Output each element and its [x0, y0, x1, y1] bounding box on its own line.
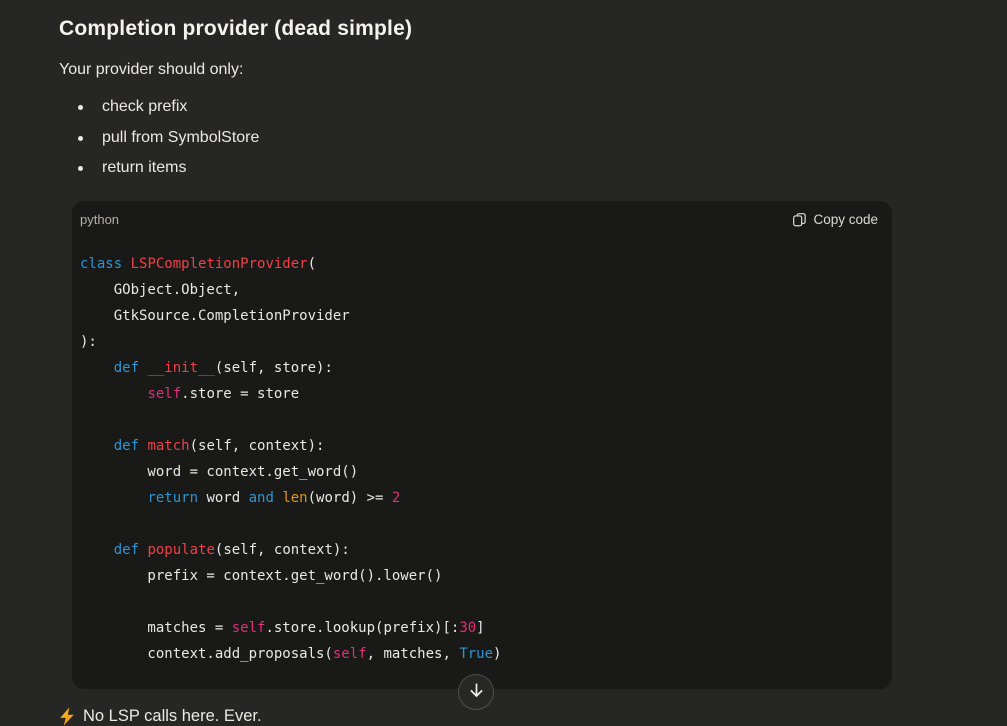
- copy-code-label: Copy code: [813, 212, 878, 227]
- code-line: def populate(self, context):: [80, 537, 878, 563]
- code-line: GtkSource.CompletionProvider: [80, 303, 878, 329]
- code-line: class LSPCompletionProvider(: [80, 251, 878, 277]
- code-line: word = context.get_word(): [80, 459, 878, 485]
- bullet-list: check prefixpull from SymbolStorereturn …: [59, 92, 1007, 184]
- intro-text: Your provider should only:: [59, 59, 1007, 80]
- scroll-to-bottom-button[interactable]: [458, 674, 494, 710]
- code-line: ):: [80, 329, 878, 355]
- code-line: GObject.Object,: [80, 277, 878, 303]
- code-line: [80, 511, 878, 537]
- code-line: [80, 407, 878, 433]
- code-line: matches = self.store.lookup(prefix)[:30]: [80, 615, 878, 641]
- arrow-down-icon: [468, 682, 485, 702]
- list-item: check prefix: [59, 92, 1007, 123]
- chat-message-content: Completion provider (dead simple) Your p…: [0, 0, 1007, 726]
- code-language-label: python: [80, 212, 119, 227]
- code-line: self.store = store: [80, 381, 878, 407]
- code-block: python Copy code class LSPCompletionProv…: [72, 201, 892, 689]
- code-line: [80, 589, 878, 615]
- code-line: context.add_proposals(self, matches, Tru…: [80, 641, 878, 667]
- code-block-header: python Copy code: [72, 201, 892, 227]
- code-content: class LSPCompletionProvider( GObject.Obj…: [72, 227, 892, 667]
- code-line: return word and len(word) >= 2: [80, 485, 878, 511]
- code-line: def match(self, context):: [80, 433, 878, 459]
- copy-icon: [792, 212, 807, 227]
- list-item: pull from SymbolStore: [59, 123, 1007, 154]
- code-line: prefix = context.get_word().lower(): [80, 563, 878, 589]
- copy-code-button[interactable]: Copy code: [792, 212, 878, 227]
- list-item: return items: [59, 153, 1007, 184]
- page-title: Completion provider (dead simple): [59, 15, 1007, 42]
- code-line: def __init__(self, store):: [80, 355, 878, 381]
